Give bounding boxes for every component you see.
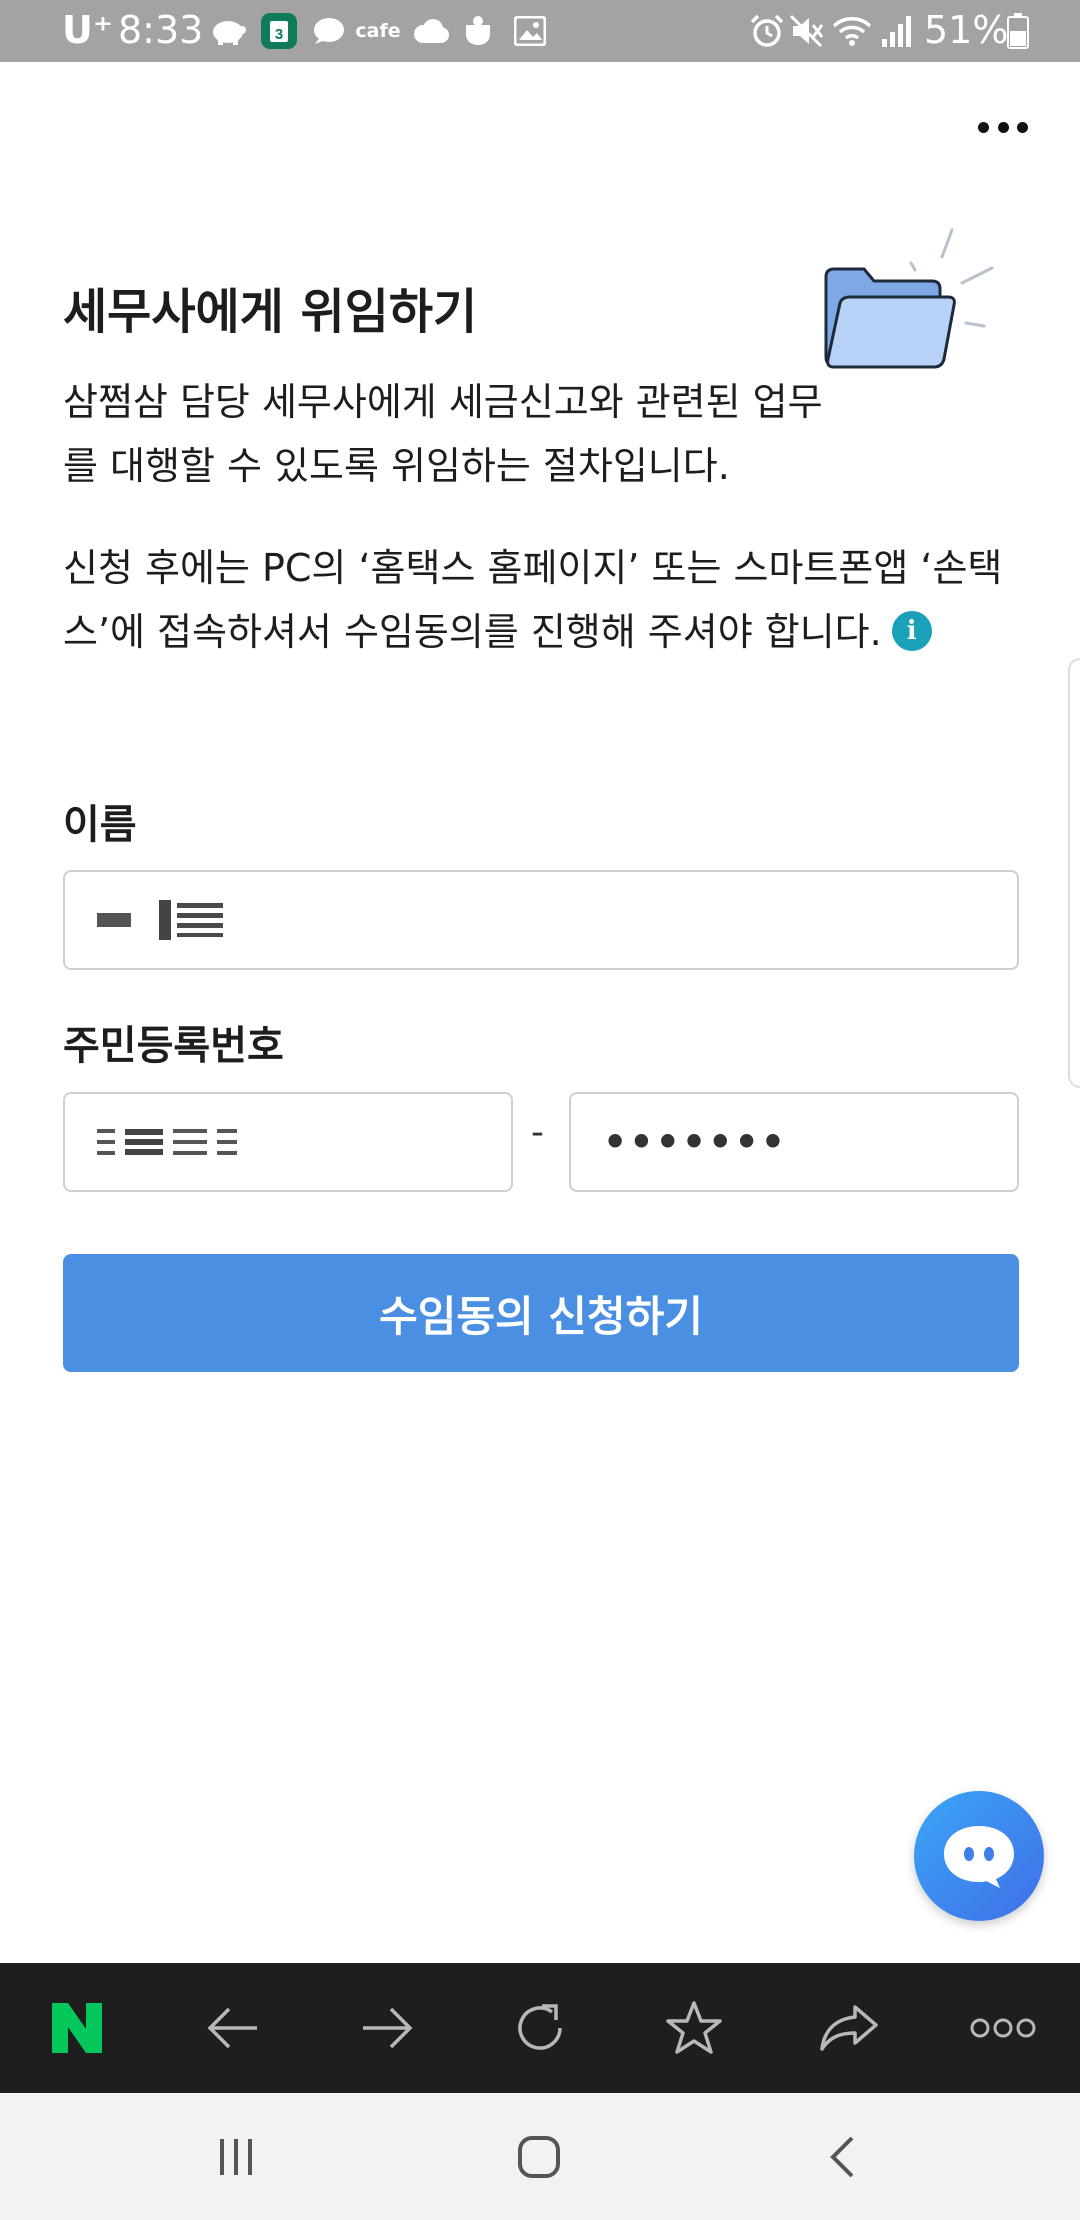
rrn-front-input[interactable] [63,1092,513,1192]
gallery-icon [512,14,548,48]
calendar-icon: 3 [260,13,298,49]
description-instructions: 신청 후에는 PC의 ‘홈택스 홈페이지’ 또는 스마트폰앱 ‘손택스’에 접속… [63,536,1023,664]
more-menu-icon[interactable] [978,112,1028,142]
piggy-bank-icon [208,14,248,48]
more-icon[interactable] [948,1963,1058,2093]
star-icon[interactable] [639,1963,749,2093]
rrn-label: 주민등록번호 [63,1023,284,1069]
battery-icon [1004,13,1032,49]
cafe-icon: cafe [355,20,401,42]
recent-apps-icon[interactable] [176,2093,296,2220]
back-arrow-icon[interactable] [178,1963,288,2093]
submit-consent-button[interactable]: 수임동의 신청하기 [63,1254,1019,1372]
chatbot-icon [944,1826,1014,1888]
masked-name-value [97,900,223,940]
calendar-badge-number: 3 [275,26,283,43]
back-icon[interactable] [782,2093,902,2220]
cloud-icon [410,14,450,48]
system-nav-bar [0,2093,1080,2220]
chatbot-button[interactable] [914,1791,1044,1921]
description-intro: 삼쩜삼 담당 세무사에게 세금신고와 관련된 업무를 대행할 수 있도록 위임하… [63,380,823,488]
home-icon[interactable] [479,2093,599,2220]
wifi-icon [832,14,872,48]
alarm-icon [748,14,786,48]
mute-icon [788,14,826,48]
info-icon[interactable]: i [891,610,932,651]
rrn-separator: - [531,1112,544,1153]
browser-toolbar [0,1963,1080,2093]
description-instructions-text: 신청 후에는 PC의 ‘홈택스 홈페이지’ 또는 스마트폰앱 ‘손택스’에 접속… [63,546,1003,654]
carrier-label: U⁺ [62,8,113,52]
status-time: 8:33 [118,8,204,52]
masked-rrn-front-value [97,1129,237,1155]
signal-icon [878,14,916,48]
forward-arrow-icon[interactable] [332,1963,442,2093]
rrn-back-value: ••••••• [603,1120,788,1164]
folder-icon [820,225,1000,385]
status-bar: U⁺ 8:33 3 cafe 51% [0,0,1080,62]
share-icon[interactable] [794,1963,904,2093]
coffee-icon [462,14,498,48]
side-panel-handle[interactable] [1068,658,1080,1088]
battery-percent: 51% [924,8,1009,52]
naver-logo-icon[interactable] [22,1963,132,2093]
chat-bubble-icon [310,14,346,48]
name-input[interactable] [63,870,1019,970]
rrn-back-input[interactable]: ••••••• [569,1092,1019,1192]
name-label: 이름 [63,802,137,848]
page-title: 세무사에게 위임하기 [63,284,478,340]
refresh-icon[interactable] [485,1963,595,2093]
